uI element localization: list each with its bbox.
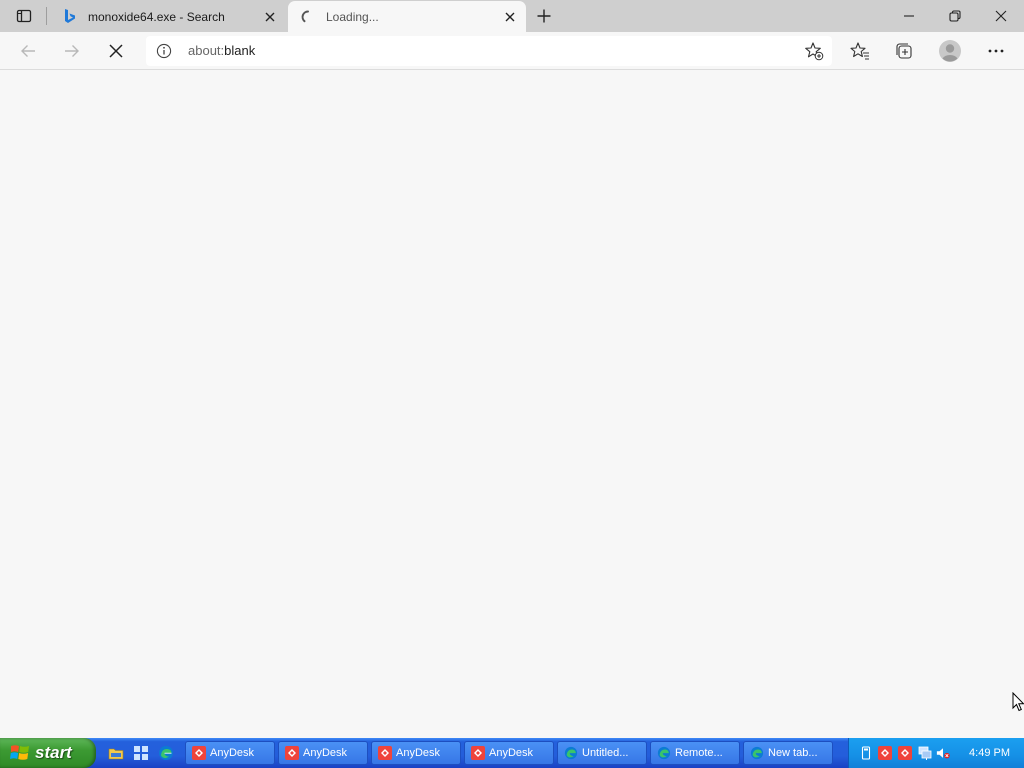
close-icon[interactable]	[262, 9, 278, 25]
tab-title: monoxide64.exe - Search	[88, 9, 225, 24]
tab-loading[interactable]: Loading...	[288, 1, 526, 32]
taskbar-item-label: Remote...	[675, 747, 723, 759]
anydesk-icon	[378, 746, 392, 760]
taskbar-item-label: AnyDesk	[303, 747, 348, 759]
tab-title: Loading...	[326, 9, 379, 24]
restore-icon[interactable]	[932, 0, 978, 32]
url-text[interactable]: about:blank	[188, 43, 255, 58]
url-path: blank	[224, 43, 256, 58]
back-arrow-icon[interactable]	[13, 36, 43, 66]
taskbar-item-label: New tab...	[768, 747, 818, 759]
collections-icon[interactable]	[889, 36, 919, 66]
anydesk-icon	[192, 746, 206, 760]
taskbar: start AnyDesk AnyDesk AnyDesk AnyDesk Un…	[0, 738, 1024, 768]
plus-icon[interactable]	[534, 5, 554, 27]
taskbar-clock: 4:49 PM	[969, 747, 1010, 759]
start-label: start	[35, 743, 72, 762]
start-button[interactable]: start	[0, 738, 96, 768]
taskbar-item-anydesk[interactable]: AnyDesk	[371, 741, 461, 765]
taskbar-item-untitled[interactable]: Untitled...	[557, 741, 647, 765]
edge-icon	[657, 746, 671, 760]
edge-icon[interactable]	[158, 745, 174, 761]
more-icon[interactable]	[981, 36, 1011, 66]
add-favorite-icon[interactable]	[804, 41, 824, 61]
edge-icon	[750, 746, 764, 760]
minimize-icon[interactable]	[886, 0, 932, 32]
anydesk-tray-icon[interactable]	[898, 746, 912, 760]
stop-icon[interactable]	[101, 36, 131, 66]
edge-icon	[564, 746, 578, 760]
taskbar-item-label: AnyDesk	[489, 747, 534, 759]
anydesk-tray-icon[interactable]	[878, 746, 892, 760]
close-icon[interactable]	[502, 9, 518, 25]
tab-strip: monoxide64.exe - Search Loading...	[0, 0, 1024, 32]
taskbar-item-new-tab[interactable]: New tab...	[743, 741, 833, 765]
taskbar-item-remote[interactable]: Remote...	[650, 741, 740, 765]
favorites-icon[interactable]	[845, 36, 875, 66]
tab-separator	[46, 7, 47, 25]
anydesk-icon	[285, 746, 299, 760]
mouse-cursor-icon	[1012, 692, 1024, 712]
taskbar-item-label: AnyDesk	[210, 747, 255, 759]
taskbar-item-label: AnyDesk	[396, 747, 441, 759]
profile-avatar[interactable]	[935, 36, 965, 66]
windows-icon[interactable]	[133, 745, 149, 761]
address-bar[interactable]: about:blank	[146, 36, 832, 66]
anydesk-icon	[471, 746, 485, 760]
bing-icon	[62, 8, 78, 25]
taskbar-item-anydesk[interactable]: AnyDesk	[464, 741, 554, 765]
url-scheme: about:	[188, 43, 225, 58]
page-content[interactable]	[0, 70, 1024, 738]
system-tray: 4:49 PM	[848, 738, 1024, 768]
taskbar-item-anydesk[interactable]: AnyDesk	[185, 741, 275, 765]
explorer-icon[interactable]	[108, 745, 124, 761]
loading-spinner-icon	[300, 9, 316, 25]
browser-toolbar: about:blank	[0, 32, 1024, 70]
close-window-icon[interactable]	[978, 0, 1024, 32]
taskbar-item-label: Untitled...	[582, 747, 629, 759]
forward-arrow-icon[interactable]	[57, 36, 87, 66]
usb-device-icon[interactable]	[859, 746, 873, 760]
tab-actions-icon[interactable]	[8, 5, 40, 27]
tab-search[interactable]: monoxide64.exe - Search	[50, 1, 286, 32]
info-icon[interactable]	[156, 43, 172, 59]
volume-muted-icon[interactable]	[936, 746, 950, 760]
windows-logo-icon	[10, 745, 29, 760]
taskbar-item-anydesk[interactable]: AnyDesk	[278, 741, 368, 765]
network-icon[interactable]	[918, 746, 932, 760]
